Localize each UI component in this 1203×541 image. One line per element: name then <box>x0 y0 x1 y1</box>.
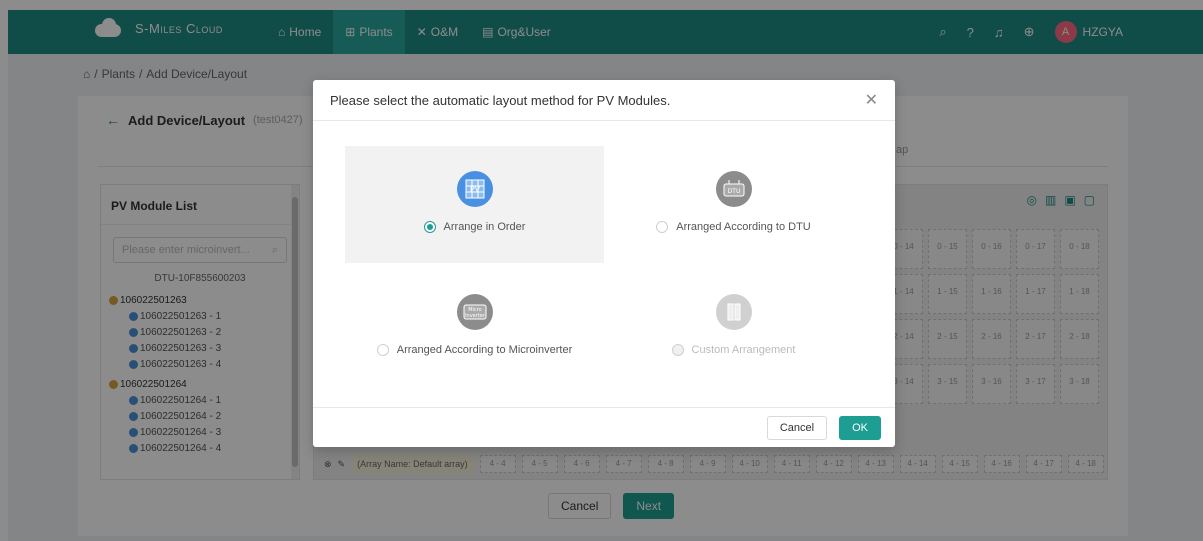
layout-options: PV Arrange in Order DTU Arranged Accordi… <box>345 146 863 386</box>
option-custom-arrangement: Custom Arrangement <box>604 269 863 386</box>
option-label: Arrange in Order <box>423 221 526 233</box>
dtu-icon: DTU <box>715 171 752 207</box>
dialog-cancel-button[interactable]: Cancel <box>766 415 828 440</box>
radio-disabled <box>671 344 684 356</box>
svg-text:PV: PV <box>469 185 480 194</box>
radio-selected[interactable] <box>423 221 436 233</box>
option-label: Custom Arrangement <box>671 344 796 356</box>
dialog-title: Please select the automatic layout metho… <box>330 92 671 108</box>
option-arrange-by-microinverter[interactable]: Micro Inverter Arranged According to Micr… <box>345 269 604 386</box>
radio-unselected[interactable] <box>656 221 669 233</box>
option-text: Custom Arrangement <box>691 344 796 356</box>
radio-unselected[interactable] <box>376 344 389 356</box>
option-text: Arrange in Order <box>443 221 526 233</box>
svg-text:Inverter: Inverter <box>465 313 486 319</box>
option-arrange-in-order[interactable]: PV Arrange in Order <box>345 146 604 263</box>
option-label: Arranged According to Microinverter <box>376 344 573 356</box>
option-label: Arranged According to DTU <box>656 221 811 233</box>
microinverter-icon: Micro Inverter <box>456 294 493 330</box>
option-text: Arranged According to DTU <box>676 221 811 233</box>
svg-text:DTU: DTU <box>727 188 740 195</box>
option-text: Arranged According to Microinverter <box>396 344 573 356</box>
close-icon[interactable]: ✕ <box>865 90 878 110</box>
dialog-footer: Cancel OK <box>313 407 895 447</box>
option-arrange-by-dtu[interactable]: DTU Arranged According to DTU <box>604 146 863 263</box>
custom-layout-icon <box>715 294 752 330</box>
pv-panel-icon: PV <box>456 171 493 207</box>
dialog-header: Please select the automatic layout metho… <box>313 80 895 121</box>
layout-method-dialog: Please select the automatic layout metho… <box>313 80 895 447</box>
dialog-ok-button[interactable]: OK <box>839 415 881 440</box>
